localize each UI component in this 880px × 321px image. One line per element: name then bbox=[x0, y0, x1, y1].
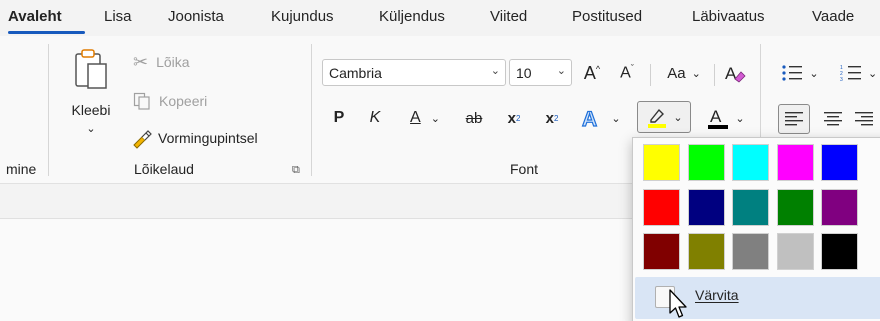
tab-viited[interactable]: Viited bbox=[490, 8, 527, 25]
bullets-icon bbox=[782, 65, 803, 81]
clear-formatting-icon: A bbox=[725, 64, 746, 83]
highlight-swatch[interactable] bbox=[821, 233, 858, 270]
text-effects-button[interactable]: A ⌄ bbox=[576, 104, 626, 132]
tab-kujundus[interactable]: Kujundus bbox=[271, 8, 334, 25]
scissors-icon: ✂ bbox=[133, 51, 149, 72]
superscript-button[interactable]: x2 bbox=[540, 104, 564, 132]
tab-kuljendus[interactable]: Küljendus bbox=[379, 8, 445, 25]
bullets-button[interactable]: ⌄ bbox=[780, 60, 820, 86]
highlight-swatch[interactable] bbox=[687, 188, 725, 226]
clipboard-dialog-launcher-icon[interactable]: ⧉ bbox=[292, 164, 300, 177]
paste-icon bbox=[75, 49, 107, 89]
highlight-swatch[interactable] bbox=[821, 144, 858, 181]
change-case-label: Aa bbox=[667, 64, 686, 82]
group-label-previous: mine bbox=[6, 161, 37, 177]
highlight-swatch[interactable] bbox=[687, 144, 725, 181]
highlight-color-button[interactable]: ⌄ bbox=[637, 101, 691, 133]
grow-font-icon: A^ bbox=[583, 62, 601, 83]
chevron-down-icon: ⌄ bbox=[86, 123, 96, 135]
highlight-swatch[interactable] bbox=[643, 188, 680, 226]
copy-button[interactable]: Kopeeri bbox=[133, 89, 207, 113]
align-center-button[interactable] bbox=[818, 104, 848, 134]
align-left-button[interactable] bbox=[778, 104, 810, 134]
italic-button[interactable]: K bbox=[364, 104, 386, 132]
chevron-down-icon: ⌄ bbox=[673, 111, 683, 124]
svg-text:A: A bbox=[582, 108, 597, 129]
tab-joonista[interactable]: Joonista bbox=[168, 8, 224, 25]
tab-labivaatus[interactable]: Läbivaatus bbox=[692, 8, 765, 25]
align-right-icon bbox=[855, 112, 873, 126]
font-name-combobox[interactable]: Cambria ⌄ bbox=[322, 59, 506, 86]
paste-button[interactable]: Kleebi ⌄ bbox=[62, 46, 120, 156]
underline-button[interactable]: A ⌄ bbox=[402, 104, 448, 132]
chevron-down-icon: ⌄ bbox=[868, 67, 878, 80]
button-separator bbox=[714, 64, 715, 86]
highlight-swatch[interactable] bbox=[687, 233, 725, 270]
cut-button[interactable]: ✂ Lõika bbox=[133, 50, 190, 74]
font-color-button[interactable]: A ⌄ bbox=[702, 104, 750, 132]
highlight-swatch[interactable] bbox=[643, 233, 680, 270]
shrink-font-button[interactable]: Aˇ bbox=[615, 60, 639, 86]
subscript-button[interactable]: x2 bbox=[502, 104, 526, 132]
group-label-clipboard: Lõikelaud bbox=[134, 161, 194, 177]
font-name-value: Cambria bbox=[329, 64, 382, 81]
highlighter-icon bbox=[648, 108, 667, 128]
highlight-swatch[interactable] bbox=[776, 233, 814, 270]
format-painter-icon bbox=[133, 130, 152, 149]
chevron-down-icon: ⌄ bbox=[691, 67, 701, 80]
format-painter-button[interactable]: Vormingupintsel bbox=[130, 125, 258, 151]
align-right-button[interactable] bbox=[854, 104, 880, 134]
highlight-swatch[interactable] bbox=[821, 188, 858, 226]
numbering-button[interactable]: 1 2 3 ⌄ bbox=[840, 60, 880, 86]
align-center-icon bbox=[824, 112, 842, 126]
highlight-swatch[interactable] bbox=[776, 144, 814, 181]
highlight-swatch[interactable] bbox=[776, 188, 814, 226]
active-tab-indicator bbox=[8, 31, 85, 34]
chevron-down-icon: ⌄ bbox=[611, 112, 621, 125]
svg-text:3: 3 bbox=[840, 77, 843, 82]
copy-label: Kopeeri bbox=[159, 93, 208, 109]
ribbon-tab-bar: Avaleht Lisa Joonista Kujundus Küljendus… bbox=[0, 0, 880, 36]
copy-icon bbox=[133, 92, 150, 110]
highlight-swatch[interactable] bbox=[732, 144, 769, 181]
cut-label: Lõika bbox=[156, 54, 190, 70]
font-size-value: 10 bbox=[516, 64, 532, 81]
highlight-swatch[interactable] bbox=[732, 188, 769, 226]
chevron-down-icon: ⌄ bbox=[809, 67, 819, 80]
clear-formatting-button[interactable]: A bbox=[720, 60, 750, 86]
svg-text:A: A bbox=[725, 64, 737, 83]
font-color-icon: A bbox=[708, 107, 729, 129]
underline-label: A bbox=[410, 109, 421, 126]
subscript-label: x bbox=[507, 109, 516, 127]
font-size-combobox[interactable]: 10 ⌄ bbox=[509, 59, 572, 86]
paste-label: Kleebi bbox=[71, 102, 111, 118]
superscript-label: x bbox=[545, 109, 554, 127]
format-painter-label: Vormingupintsel bbox=[158, 130, 258, 146]
svg-text:A: A bbox=[710, 107, 722, 126]
no-color-label: Värvita bbox=[695, 287, 739, 303]
highlight-swatch[interactable] bbox=[732, 233, 769, 270]
chevron-down-icon[interactable]: ⌄ bbox=[491, 64, 500, 77]
chevron-down-icon[interactable]: ⌄ bbox=[557, 64, 566, 77]
chevron-down-icon: ⌄ bbox=[430, 112, 440, 125]
highlight-swatch[interactable] bbox=[643, 144, 680, 181]
align-left-icon bbox=[785, 112, 803, 126]
bold-button[interactable]: P bbox=[328, 104, 350, 132]
shrink-font-icon: Aˇ bbox=[620, 63, 634, 82]
change-case-button[interactable]: Aa ⌄ bbox=[658, 60, 710, 86]
chevron-down-icon: ⌄ bbox=[735, 112, 745, 125]
tab-vaade[interactable]: Vaade bbox=[812, 8, 854, 25]
tab-avaleht[interactable]: Avaleht bbox=[8, 8, 62, 25]
button-separator bbox=[650, 64, 651, 86]
tab-postitused[interactable]: Postitused bbox=[572, 8, 642, 25]
mouse-cursor-icon bbox=[669, 289, 687, 318]
strikethrough-button[interactable]: ab bbox=[460, 104, 488, 132]
tab-lisa[interactable]: Lisa bbox=[104, 8, 132, 25]
text-effects-icon: A bbox=[582, 107, 598, 129]
group-label-font: Font bbox=[510, 161, 539, 177]
grow-font-button[interactable]: A^ bbox=[580, 60, 604, 86]
numbering-icon: 1 2 3 bbox=[840, 65, 861, 82]
group-separator bbox=[311, 44, 312, 176]
group-separator bbox=[48, 44, 49, 176]
